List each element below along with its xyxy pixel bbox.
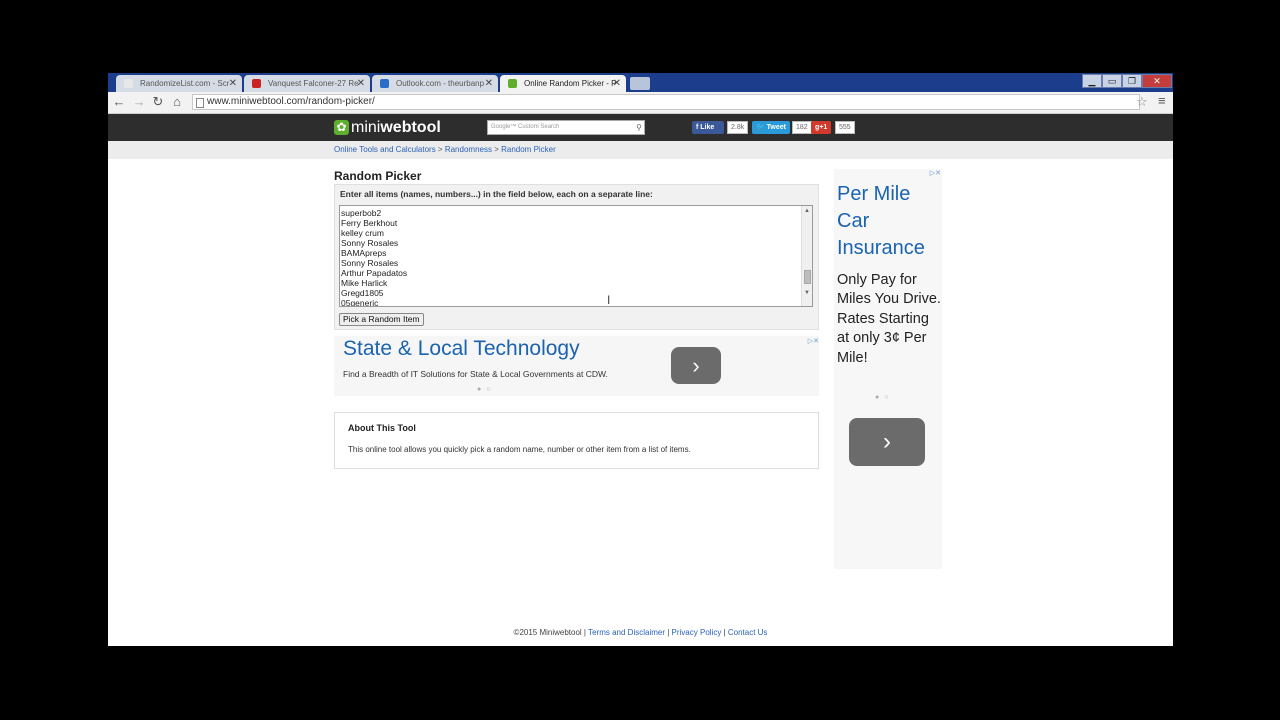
- breadcrumb-link-randomness[interactable]: Randomness: [445, 145, 492, 154]
- ad-next-arrow-icon[interactable]: ›: [671, 347, 721, 384]
- browser-toolbar: ← → ↻ ⌂ www.miniwebtool.com/random-picke…: [108, 92, 1173, 114]
- search-icon[interactable]: ⚲: [636, 121, 642, 134]
- logo-web-text: webtool: [380, 119, 441, 136]
- tab-label: Vanquest Falconer-27 Re: [268, 79, 359, 88]
- tweet-count: 182: [792, 121, 812, 134]
- google-plus-button[interactable]: g+1: [811, 121, 831, 134]
- forward-icon[interactable]: →: [131, 94, 147, 110]
- breadcrumb-separator: >: [494, 145, 499, 154]
- user-button[interactable]: ▭: [1102, 74, 1122, 88]
- like-label: Like: [700, 124, 715, 131]
- favicon-icon: [124, 79, 133, 88]
- tab-label: Online Random Picker - P: [524, 79, 617, 88]
- pick-random-item-button[interactable]: Pick a Random Item: [339, 313, 424, 326]
- home-icon[interactable]: ⌂: [169, 94, 185, 110]
- side-ad-title[interactable]: Per Mile Car Insurance: [837, 181, 941, 262]
- privacy-link[interactable]: Privacy Policy: [672, 628, 722, 637]
- item-line: Arthur Papadatos: [341, 268, 408, 278]
- about-text: This online tool allows you quickly pick…: [348, 445, 691, 454]
- back-icon[interactable]: ←: [111, 94, 127, 110]
- copyright-text: ©2015 Miniwebtool: [513, 628, 582, 637]
- side-ad-pagination-dots: ●○: [875, 394, 894, 401]
- random-picker-form: Enter all items (names, numbers...) in t…: [334, 184, 819, 330]
- new-tab-button[interactable]: [630, 77, 650, 90]
- item-line: Sonny Rosales: [341, 238, 399, 248]
- close-tab-icon[interactable]: ✕: [229, 75, 237, 92]
- gplus-count: 555: [835, 121, 855, 134]
- ad-description: Find a Breadth of IT Solutions for State…: [343, 369, 608, 379]
- tab-label: RandomizeList.com - Scr: [140, 79, 230, 88]
- side-ad-body: Only Pay for Miles You Drive. Rates Star…: [837, 272, 941, 366]
- ad-choices-icon[interactable]: ▷✕: [930, 169, 941, 177]
- footer: ©2015 Miniwebtool | Terms and Disclaimer…: [513, 628, 768, 637]
- banner-ad[interactable]: State & Local Technology Find a Breadth …: [334, 336, 819, 396]
- address-bar[interactable]: www.miniwebtool.com/random-picker/: [192, 94, 1140, 110]
- breadcrumb-link-online-tools[interactable]: Online Tools and Calculators: [334, 145, 436, 154]
- close-tab-icon[interactable]: ✕: [613, 75, 621, 92]
- maximize-button[interactable]: ❐: [1122, 74, 1142, 88]
- close-window-button[interactable]: ✕: [1142, 74, 1172, 88]
- site-search-input[interactable]: Google™ Custom Search ⚲: [487, 120, 645, 135]
- tab-outlook[interactable]: Outlook.com - theurbanp ✕: [372, 75, 498, 92]
- text-cursor-icon: I: [607, 293, 611, 307]
- side-ad-next-arrow-icon[interactable]: ›: [849, 418, 925, 466]
- ad-pagination-dots: ●○: [477, 386, 496, 393]
- items-textarea[interactable]: superbob2 Ferry Berkhout kelley crum Son…: [339, 205, 813, 307]
- breadcrumb-separator: >: [437, 145, 443, 154]
- outlook-icon: [380, 79, 389, 88]
- side-ad[interactable]: ▷✕ Per Mile Car Insurance Only Pay for M…: [834, 169, 942, 569]
- ad-title[interactable]: State & Local Technology: [343, 337, 580, 361]
- items-list: superbob2 Ferry Berkhout kelley crum Son…: [341, 208, 408, 307]
- bookmark-star-icon[interactable]: ☆: [1136, 94, 1148, 110]
- contact-link[interactable]: Contact Us: [728, 628, 768, 637]
- site-logo[interactable]: ✿ miniwebtool: [334, 119, 441, 137]
- tab-strip: RandomizeList.com - Scr ✕ Vanquest Falco…: [108, 73, 1173, 92]
- breadcrumb-link-random-picker[interactable]: Random Picker: [501, 145, 556, 154]
- tab-random-picker[interactable]: Online Random Picker - P ✕: [500, 75, 626, 92]
- terms-link[interactable]: Terms and Disclaimer: [588, 628, 665, 637]
- miniwebtool-icon: [508, 79, 517, 88]
- page-title: Random Picker: [334, 169, 422, 183]
- search-placeholder: Google™ Custom Search: [491, 124, 560, 130]
- logo-mini-text: mini: [351, 119, 381, 136]
- instructions-label: Enter all items (names, numbers...) in t…: [340, 189, 653, 199]
- reload-icon[interactable]: ↻: [150, 94, 166, 110]
- item-line: 05generic: [341, 298, 379, 307]
- menu-icon[interactable]: ≡: [1158, 93, 1166, 108]
- site-header: ✿ miniwebtool Google™ Custom Search ⚲ f L…: [108, 114, 1173, 141]
- item-line: Sonny Rosales: [341, 258, 399, 268]
- like-count: 2.8k: [727, 121, 749, 134]
- item-line: kelley crum: [341, 228, 384, 238]
- facebook-like-button[interactable]: f Like: [692, 121, 724, 134]
- close-tab-icon[interactable]: ✕: [485, 75, 493, 92]
- scroll-up-icon[interactable]: ▲: [802, 207, 812, 216]
- about-section: About This Tool This online tool allows …: [334, 412, 819, 469]
- browser-window: RandomizeList.com - Scr ✕ Vanquest Falco…: [108, 73, 1173, 646]
- tab-randomizelist[interactable]: RandomizeList.com - Scr ✕: [116, 75, 242, 92]
- tab-label: Outlook.com - theurbanp: [396, 79, 485, 88]
- close-tab-icon[interactable]: ✕: [357, 75, 365, 92]
- scroll-thumb[interactable]: [804, 270, 811, 284]
- page-icon: [196, 98, 204, 108]
- about-title: About This Tool: [348, 423, 416, 433]
- youtube-icon: [252, 79, 261, 88]
- gear-icon: ✿: [334, 120, 349, 136]
- item-line: Mike Harlick: [341, 278, 388, 288]
- tab-youtube[interactable]: Vanquest Falconer-27 Re ✕: [244, 75, 370, 92]
- item-line: Gregd1805: [341, 288, 384, 298]
- breadcrumb-bar: Online Tools and Calculators > Randomnes…: [108, 141, 1173, 159]
- url-text: www.miniwebtool.com/random-picker/: [207, 96, 375, 107]
- scroll-down-icon[interactable]: ▼: [802, 289, 812, 298]
- tweet-label: Tweet: [766, 124, 786, 131]
- gplus-label: +1: [819, 124, 828, 131]
- textarea-scrollbar[interactable]: ▲ ▼: [801, 206, 812, 306]
- item-line: Ferry Berkhout: [341, 218, 398, 228]
- tweet-button[interactable]: 🐦 Tweet: [752, 121, 790, 134]
- minimize-button[interactable]: ▁: [1082, 74, 1102, 88]
- item-line: BAMApreps: [341, 248, 387, 258]
- breadcrumb: Online Tools and Calculators > Randomnes…: [334, 145, 556, 154]
- item-line: superbob2: [341, 208, 382, 218]
- ad-choices-icon[interactable]: ▷✕: [808, 337, 819, 345]
